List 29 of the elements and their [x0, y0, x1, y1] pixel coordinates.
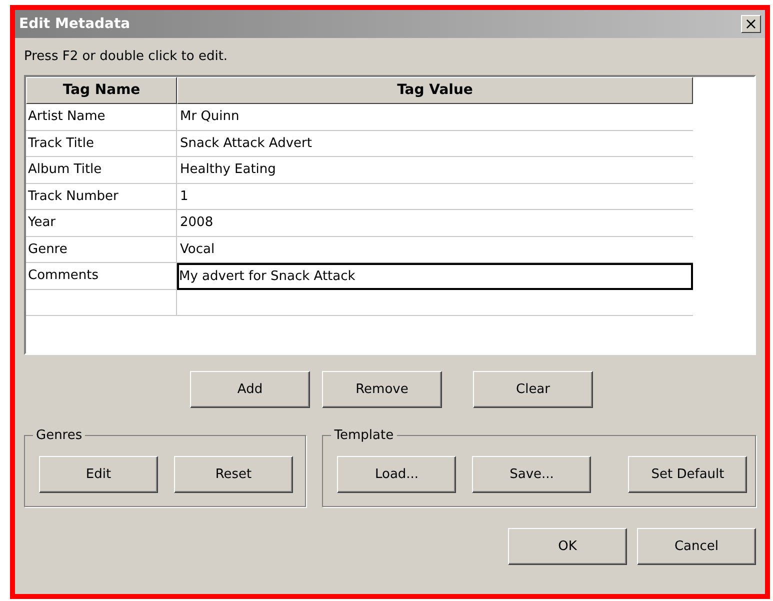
tag-value-input[interactable]: My advert for Snack Attack [177, 263, 693, 290]
button[interactable]: Reset [174, 456, 293, 493]
button[interactable]: Add [190, 371, 310, 408]
button[interactable]: Save... [472, 456, 592, 493]
tag-name-cell-text: Artist Name [27, 108, 106, 126]
button[interactable]: Edit [39, 456, 158, 493]
tag-name-cell-text: Comments [27, 267, 98, 285]
tag-value-cell-text: Vocal [179, 240, 215, 258]
column-header[interactable]: Tag Value [177, 77, 693, 104]
button[interactable]: OK [508, 528, 627, 565]
tag-name-cell-text: Album Title [27, 161, 102, 179]
button[interactable]: Load... [337, 456, 456, 493]
tag-value-cell-text: 2008 [179, 214, 214, 232]
instruction-text: Press F2 or double click to edit. [24, 48, 229, 66]
close-button[interactable]: × [741, 15, 761, 33]
window-title: Edit Metadata [19, 14, 130, 34]
column-header[interactable]: Tag Name [26, 77, 177, 104]
tag-name-cell-text: Year [27, 214, 56, 232]
tag-value-cell-text: 1 [179, 188, 188, 206]
tag-value-cell-text: Snack Attack Advert [179, 134, 312, 152]
tag-name-cell-text: Track Title [27, 134, 94, 152]
button[interactable]: Remove [322, 371, 442, 408]
tag-name-cell-text: Genre [27, 240, 68, 258]
button[interactable]: Cancel [637, 528, 756, 565]
tag-value-cell-text: Healthy Eating [179, 161, 276, 179]
button[interactable]: Set Default [628, 456, 748, 493]
tag-name-cell-text: Track Number [27, 188, 118, 206]
tag-value-cell-text: Mr Quinn [179, 108, 240, 126]
button[interactable]: Clear [473, 371, 593, 408]
